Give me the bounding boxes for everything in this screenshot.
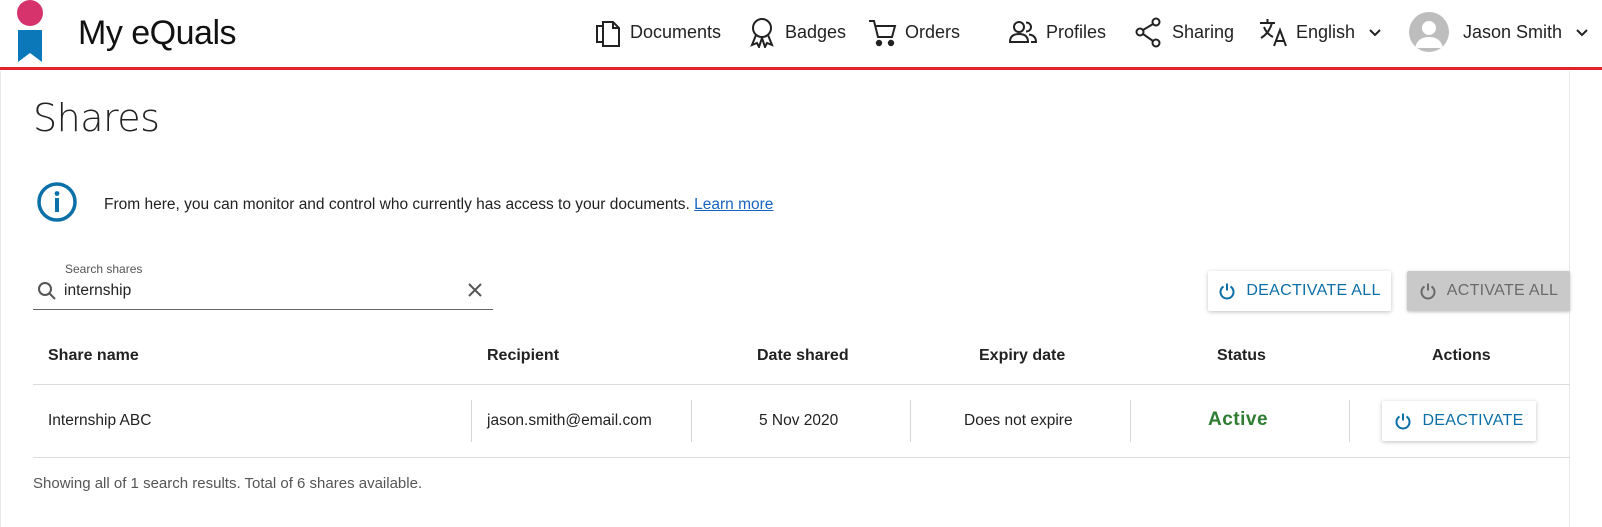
- nav-sharing-label: Sharing: [1172, 21, 1235, 42]
- cell-date-shared: 5 Nov 2020: [759, 412, 839, 429]
- column-divider: [471, 400, 472, 442]
- cart-icon: [869, 20, 897, 47]
- language-selector[interactable]: English: [1258, 12, 1383, 52]
- badge-icon: [750, 18, 774, 48]
- activate-all-button[interactable]: ACTIVATE ALL: [1407, 271, 1570, 311]
- table-header-divider: [33, 384, 1570, 385]
- page-title: Shares: [33, 96, 160, 140]
- user-menu[interactable]: Jason Smith: [1409, 12, 1590, 52]
- power-icon: [1219, 283, 1235, 300]
- share-icon: [1135, 17, 1161, 48]
- cell-recipient: jason.smith@email.com: [487, 412, 652, 429]
- deactivate-all-button[interactable]: DEACTIVATE ALL: [1208, 271, 1391, 311]
- translate-icon: [1260, 19, 1287, 47]
- cell-share-name: Internship ABC: [48, 412, 152, 429]
- info-message-text: From here, you can monitor and control w…: [104, 196, 690, 213]
- user-avatar-icon: [1415, 21, 1443, 48]
- logo[interactable]: My eQuals: [16, 0, 237, 66]
- nav-documents-label: Documents: [630, 21, 722, 42]
- nav-badges[interactable]: Badges: [747, 12, 846, 52]
- nav-badges-label: Badges: [785, 21, 847, 42]
- column-header-expiry-date[interactable]: Expiry date: [979, 347, 1065, 365]
- column-header-status[interactable]: Status: [1217, 347, 1266, 365]
- search-input[interactable]: [64, 278, 444, 304]
- column-header-recipient[interactable]: Recipient: [487, 347, 559, 365]
- column-divider: [1349, 400, 1350, 442]
- search-icon: [38, 282, 56, 300]
- language-label: English: [1296, 21, 1356, 42]
- column-header-date-shared[interactable]: Date shared: [757, 347, 849, 365]
- column-divider: [1130, 400, 1131, 442]
- close-icon[interactable]: [465, 280, 485, 300]
- status-badge: Active: [1208, 409, 1269, 430]
- column-header-share-name[interactable]: Share name: [48, 347, 139, 365]
- avatar: [1409, 12, 1449, 52]
- results-summary: Showing all of 1 search results. Total o…: [33, 475, 423, 492]
- info-icon: [37, 182, 77, 222]
- nav-profiles-label: Profiles: [1046, 21, 1107, 42]
- power-icon: [1395, 413, 1411, 430]
- logo-text: My eQuals: [78, 14, 237, 52]
- column-header-actions: Actions: [1432, 347, 1491, 364]
- deactivate-button[interactable]: DEACTIVATE: [1382, 401, 1536, 441]
- chevron-down-icon: [1369, 29, 1381, 37]
- info-message: From here, you can monitor and control w…: [104, 196, 773, 214]
- search-field: [33, 274, 493, 310]
- logo-mark-icon: [17, 0, 43, 62]
- documents-icon: [596, 21, 620, 47]
- nav-sharing[interactable]: Sharing: [1134, 12, 1234, 52]
- deactivate-label: DEACTIVATE: [1422, 412, 1524, 429]
- table-bottom-divider: [33, 457, 1570, 458]
- nav-documents[interactable]: Documents: [594, 12, 721, 52]
- top-navigation-bar: My eQuals Documents Badges Orders Profil…: [0, 0, 1602, 70]
- nav-orders-label: Orders: [905, 21, 961, 42]
- chevron-down-icon: [1576, 29, 1588, 37]
- column-divider: [910, 400, 911, 442]
- people-icon: [1008, 21, 1038, 43]
- activate-all-label: ACTIVATE ALL: [1446, 282, 1559, 299]
- user-name: Jason Smith: [1463, 21, 1563, 42]
- column-divider: [691, 400, 692, 442]
- nav-profiles[interactable]: Profiles: [1008, 12, 1106, 52]
- cell-expiry-date: Does not expire: [964, 412, 1073, 429]
- power-icon: [1420, 283, 1436, 300]
- deactivate-all-label: DEACTIVATE ALL: [1246, 282, 1381, 299]
- nav-orders[interactable]: Orders: [867, 12, 960, 52]
- learn-more-link[interactable]: Learn more: [694, 196, 773, 213]
